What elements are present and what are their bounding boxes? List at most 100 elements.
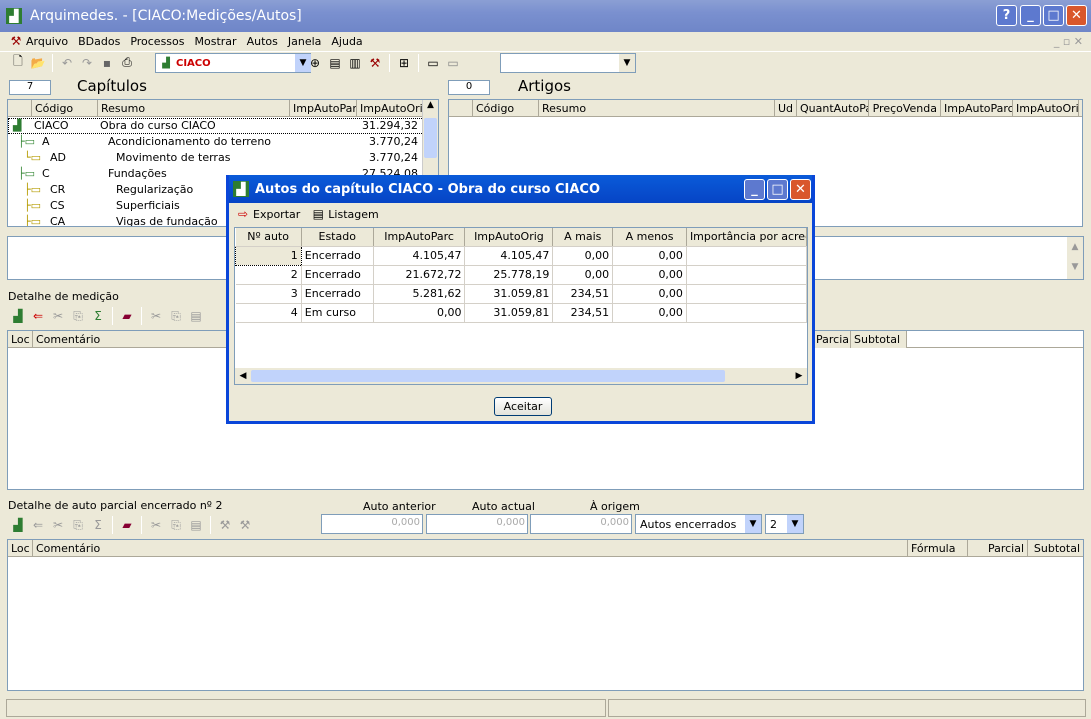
menu-mostrar[interactable]: Mostrar bbox=[195, 35, 237, 48]
project-combo[interactable]: ▟ CIACO ⬇ ▼ bbox=[155, 53, 311, 73]
cell-mais[interactable]: 234,51 bbox=[552, 284, 614, 304]
col-impautoparc[interactable]: ImpAutoParc bbox=[290, 100, 357, 116]
tree-icon[interactable]: ⊞ bbox=[396, 55, 412, 71]
redo-icon[interactable]: ↷ bbox=[79, 55, 95, 71]
autos-filter-select[interactable]: Autos encerrados ▼ bbox=[635, 514, 762, 534]
col-a-mais[interactable]: A mais bbox=[552, 228, 614, 247]
scrollbar-thumb[interactable] bbox=[424, 118, 437, 158]
col-impautoparc[interactable]: ImpAutoParc bbox=[373, 228, 466, 247]
cell-importancia[interactable] bbox=[686, 265, 807, 285]
cell-parc[interactable]: 21.672,72 bbox=[373, 265, 466, 285]
col-formula[interactable]: Fórmula bbox=[908, 540, 968, 556]
tool-a-icon[interactable]: ⚒ bbox=[217, 517, 233, 533]
col-loc[interactable]: Loc bbox=[8, 331, 33, 347]
accept-button[interactable]: Aceitar bbox=[494, 397, 552, 416]
cell-menos[interactable]: 0,00 bbox=[612, 303, 687, 323]
menu-arquivo[interactable]: Arquivo bbox=[26, 35, 68, 48]
col-impautoorig[interactable]: ImpAutoOrig bbox=[357, 100, 423, 116]
close-button[interactable]: ✕ bbox=[1066, 5, 1087, 26]
secondary-combo[interactable]: ▼ bbox=[500, 53, 636, 73]
chevron-down-icon[interactable]: ▼ bbox=[745, 515, 761, 533]
menu-janela[interactable]: Janela bbox=[288, 35, 322, 48]
paste-icon[interactable]: ▤ bbox=[188, 517, 204, 533]
cell-orig[interactable]: 25.778,19 bbox=[464, 265, 554, 285]
menu-ajuda[interactable]: Ajuda bbox=[331, 35, 362, 48]
table-row[interactable]: 3 Encerrado 5.281,62 31.059,81 234,51 0,… bbox=[235, 284, 807, 304]
chevron-down-icon[interactable]: ▼ bbox=[295, 54, 311, 72]
new-icon[interactable]: 🗋 bbox=[10, 54, 26, 71]
cell-orig[interactable]: 4.105,47 bbox=[464, 246, 554, 266]
sum-icon[interactable]: Σ bbox=[90, 517, 106, 533]
cell-mais[interactable]: 0,00 bbox=[552, 246, 614, 266]
col-importancia[interactable]: Importância por acredita bbox=[686, 228, 807, 247]
col-parcial[interactable]: Parcial bbox=[813, 331, 851, 348]
cut-icon[interactable]: ✂ bbox=[148, 308, 164, 324]
col-resumo[interactable]: Resumo bbox=[98, 100, 290, 116]
cell-estado[interactable]: Encerrado bbox=[301, 265, 374, 285]
delete-icon[interactable]: ✂ bbox=[50, 517, 66, 533]
cell-parc[interactable]: 5.281,62 bbox=[373, 284, 466, 304]
cell-importancia[interactable] bbox=[686, 303, 807, 323]
cell-menos[interactable]: 0,00 bbox=[612, 265, 687, 285]
folder-tool-icon[interactable]: ▤ bbox=[327, 55, 343, 71]
auto-actual-field[interactable]: 0,000 bbox=[426, 514, 528, 534]
col-precovenda[interactable]: PreçoVenda bbox=[869, 100, 941, 116]
col-impautoorig[interactable]: ImpAutoOrig bbox=[464, 228, 554, 247]
cell-orig[interactable]: 31.059,81 bbox=[464, 303, 554, 323]
insert-line-icon[interactable]: ⇐ bbox=[30, 308, 46, 324]
cell-n[interactable]: 1 bbox=[235, 245, 302, 266]
menu-autos[interactable]: Autos bbox=[247, 35, 278, 48]
copy2-icon[interactable]: ⎘ bbox=[168, 308, 184, 324]
open-icon[interactable]: 📂 bbox=[30, 55, 46, 71]
table-row[interactable]: 2 Encerrado 21.672,72 25.778,19 0,00 0,0… bbox=[235, 265, 807, 285]
listing-button[interactable]: Listagem bbox=[328, 208, 378, 221]
measure-icon[interactable]: ▟ bbox=[10, 308, 26, 324]
dialog-minimize-button[interactable]: _ bbox=[744, 179, 765, 200]
col-codigo[interactable]: Código bbox=[32, 100, 98, 116]
copy-icon[interactable]: ⎘ bbox=[70, 308, 86, 324]
save-icon[interactable]: ▪ bbox=[99, 55, 115, 71]
col-subtotal[interactable]: Subtotal bbox=[1028, 540, 1083, 556]
cell-mais[interactable]: 234,51 bbox=[552, 303, 614, 323]
a-origem-field[interactable]: 0,000 bbox=[530, 514, 632, 534]
cut-icon[interactable]: ✂ bbox=[148, 517, 164, 533]
minimize-button[interactable]: _ bbox=[1020, 5, 1041, 26]
col-comentario[interactable]: Comentário bbox=[33, 540, 908, 556]
maximize-button[interactable]: □ bbox=[1043, 5, 1064, 26]
paste-icon[interactable]: ▤ bbox=[188, 308, 204, 324]
delete-icon[interactable]: ✂ bbox=[50, 308, 66, 324]
tool-b-icon[interactable]: ⚒ bbox=[237, 517, 253, 533]
cell-n[interactable]: 4 bbox=[235, 303, 302, 323]
col-loc[interactable]: Loc bbox=[8, 540, 33, 556]
col-estado[interactable]: Estado bbox=[301, 228, 374, 247]
col-resumo[interactable]: Resumo bbox=[539, 100, 775, 116]
col-impautoorig[interactable]: ImpAutoOrig bbox=[1013, 100, 1079, 116]
window-icon[interactable]: ▭ bbox=[425, 55, 441, 71]
cell-menos[interactable]: 0,00 bbox=[612, 246, 687, 266]
table-row[interactable]: 1 Encerrado 4.105,47 4.105,47 0,00 0,00 bbox=[235, 245, 807, 266]
horizontal-scrollbar[interactable]: ◀ ▶ bbox=[235, 368, 807, 384]
mdi-controls[interactable]: _ ▫ ✕ bbox=[1054, 35, 1083, 48]
dialog-maximize-button[interactable]: □ bbox=[767, 179, 788, 200]
tree-row[interactable]: ▟ CIACO Obra do curso CIACO 31.294,32 bbox=[8, 119, 422, 135]
chevron-down-icon[interactable]: ▼ bbox=[787, 515, 803, 533]
cell-parc[interactable]: 4.105,47 bbox=[373, 246, 466, 266]
auto-number-select[interactable]: 2 ▼ bbox=[765, 514, 804, 534]
col-codigo[interactable]: Código bbox=[473, 100, 539, 116]
cell-estado[interactable]: Encerrado bbox=[301, 284, 374, 304]
tree-row[interactable]: ├▭ A Acondicionamento do terreno 3.770,2… bbox=[8, 135, 422, 151]
col-a-menos[interactable]: A menos bbox=[612, 228, 687, 247]
vertical-scrollbar[interactable]: ▲ ▼ bbox=[1067, 237, 1083, 279]
col-ud[interactable]: Ud bbox=[775, 100, 797, 116]
book-icon[interactable]: ▰ bbox=[119, 517, 135, 533]
cell-mais[interactable]: 0,00 bbox=[552, 265, 614, 285]
chevron-up-icon[interactable]: ▲ bbox=[423, 100, 438, 116]
cell-importancia[interactable] bbox=[686, 246, 807, 266]
undo-icon[interactable]: ↶ bbox=[59, 55, 75, 71]
cell-n[interactable]: 2 bbox=[235, 265, 302, 285]
cell-orig[interactable]: 31.059,81 bbox=[464, 284, 554, 304]
window2-icon[interactable]: ▭ bbox=[445, 55, 461, 71]
table-row[interactable]: 4 Em curso 0,00 31.059,81 234,51 0,00 bbox=[235, 303, 807, 323]
cell-estado[interactable]: Encerrado bbox=[301, 246, 374, 266]
copy-icon[interactable]: ⎘ bbox=[70, 517, 86, 533]
